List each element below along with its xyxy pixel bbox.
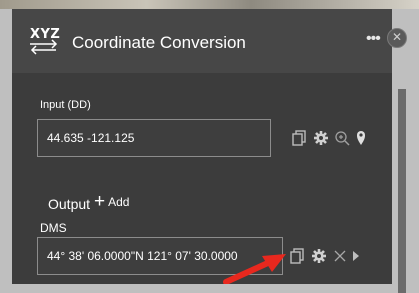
output-format-label: DMS [40,221,67,235]
map-background-strip [0,0,419,9]
add-output-button[interactable]: + Add [94,192,129,211]
widget-title: Coordinate Conversion [72,33,246,52]
map-pin-icon[interactable] [356,130,366,146]
expand-arrow-icon[interactable] [353,251,359,261]
plus-icon: + [94,191,106,212]
add-label: Add [108,194,130,209]
input-actions [292,130,366,146]
settings-icon[interactable] [313,130,329,146]
coordinate-conversion-widget: XYZ Coordinate Conversion ••• Input (DD)… [12,9,406,293]
remove-icon[interactable] [334,250,346,262]
output-label: Output [48,196,91,212]
widget-header: XYZ Coordinate Conversion ••• [12,9,392,73]
zoom-to-icon[interactable] [334,130,350,146]
output-actions [290,248,359,264]
input-label: Input (DD) [40,99,91,111]
settings-icon[interactable] [311,248,327,264]
copy-icon[interactable] [290,248,306,264]
scrollbar[interactable] [398,89,406,293]
input-coordinate-field[interactable]: 44.635 -121.125 [37,119,271,157]
red-annotation-arrow-icon [223,254,286,284]
xyz-icon: XYZ [28,27,62,57]
close-icon[interactable]: ✕ [387,28,407,48]
copy-icon[interactable] [292,130,308,146]
more-options-icon[interactable]: ••• [366,30,381,48]
